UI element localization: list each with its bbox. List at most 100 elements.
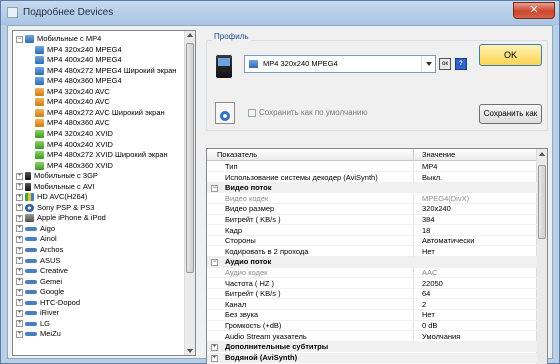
close-button[interactable]: ✕ — [513, 2, 555, 19]
expand-icon[interactable]: + — [16, 246, 23, 254]
scroll-up-icon[interactable] — [539, 152, 545, 156]
profile-settings-button[interactable]: ок — [439, 58, 451, 70]
property-value[interactable]: 0 dB — [422, 321, 437, 331]
property-value[interactable]: 384 — [422, 215, 435, 225]
grid-property-row[interactable]: Использование системы декодер (AviSynth)… — [207, 172, 537, 183]
grid-property-row[interactable]: Канал 2 — [207, 299, 537, 311]
property-value[interactable]: Нет — [422, 247, 435, 257]
tree-item-profile[interactable]: MP4 320x240 AVC — [35, 87, 110, 97]
grid-property-row[interactable]: Громкость (+dB) 0 dB — [207, 321, 537, 332]
expand-icon[interactable]: + — [16, 320, 23, 328]
property-value[interactable]: 22050 — [422, 279, 443, 289]
grid-property-row[interactable]: Битрейт ( KB/s ) 384 — [207, 215, 537, 226]
property-value[interactable]: Автоматически — [422, 236, 474, 246]
property-value[interactable]: Выкл. — [422, 173, 442, 183]
collapse-icon[interactable]: − — [211, 185, 218, 193]
expand-icon[interactable]: + — [16, 278, 23, 286]
grid-property-row[interactable]: Частота ( HZ ) 22050 — [207, 278, 537, 289]
tree-item-group[interactable]: + Apple iPhone & iPod — [16, 213, 106, 223]
grid-section-row[interactable]: + Водяной (AviSynth) — [207, 352, 537, 364]
tree-item-group[interactable]: + MeiZu — [16, 329, 61, 339]
tree-item-profile[interactable]: MP4 480x272 AVC Широкий экран — [35, 108, 165, 118]
property-value[interactable]: 18 — [422, 226, 430, 236]
grid-property-row[interactable]: Видео кодек MPEG4(DivX) — [207, 193, 537, 205]
expand-icon[interactable]: + — [211, 344, 218, 352]
grid-property-row[interactable]: Аудио кодек AAC — [207, 268, 537, 279]
grid-property-row[interactable]: Битрейт ( KB/s ) 64 — [207, 289, 537, 300]
chevron-down-icon[interactable] — [421, 56, 435, 72]
tree-item-group[interactable]: + ASUS — [16, 256, 60, 266]
tree-item-group[interactable]: + Creative — [16, 266, 68, 276]
expand-icon[interactable]: + — [16, 204, 23, 212]
tree-item-group[interactable]: + iRiver — [16, 308, 59, 318]
tree-item-profile[interactable]: MP4 400x240 AVC — [35, 97, 110, 107]
tree-item-group[interactable]: − Мобильные с MP4 — [16, 34, 101, 44]
tree-item-group[interactable]: + Archos — [16, 245, 63, 255]
collapse-icon[interactable]: − — [16, 35, 23, 43]
tree-item-group[interactable]: + HTC-Dopod — [16, 298, 80, 308]
grid-property-row[interactable]: Стороны Автоматически — [207, 236, 537, 247]
tree-item-group[interactable]: + Aigo — [16, 224, 55, 234]
grid-section-row[interactable]: − Аудио поток — [207, 257, 537, 268]
collapse-icon[interactable]: − — [211, 259, 218, 267]
column-header-value[interactable]: Значение — [422, 149, 455, 161]
expand-icon[interactable]: + — [16, 183, 23, 191]
grid-property-row[interactable]: Кодировать в 2 прохода Нет — [207, 246, 537, 258]
grid-section-row[interactable]: − Видео поток — [207, 183, 537, 194]
property-value[interactable]: 320x240 — [422, 204, 451, 214]
tree-scroll-thumb[interactable] — [186, 43, 194, 273]
checkbox-icon[interactable] — [248, 108, 256, 117]
tree-item-group[interactable]: + Gemei — [16, 277, 62, 287]
grid-property-row[interactable]: Тип MP4 — [207, 162, 537, 173]
grid-section-row[interactable]: + Дополнительные субтитры — [207, 342, 537, 353]
ok-button[interactable]: OK — [479, 44, 542, 66]
property-value[interactable]: 64 — [422, 289, 430, 299]
expand-icon[interactable]: + — [16, 299, 23, 307]
tree-item-profile[interactable]: MP4 320x240 MPEG4 — [35, 45, 122, 55]
profile-select[interactable]: MP4 320x240 MPEG4 — [244, 55, 436, 73]
grid-scrollbar[interactable] — [536, 149, 547, 364]
tree-item-group[interactable]: + LG — [16, 319, 50, 329]
property-value[interactable]: Нет — [422, 310, 435, 320]
grid-property-row[interactable]: Без звука Нет — [207, 310, 537, 321]
help-button[interactable]: ? — [455, 58, 467, 70]
expand-icon[interactable]: + — [16, 257, 23, 265]
tree-item-profile[interactable]: MP4 320x240 XVID — [35, 129, 113, 139]
expand-icon[interactable]: + — [16, 309, 23, 317]
tree-item-profile[interactable]: MP4 480x360 MPEG4 — [35, 76, 122, 86]
tree-item-profile[interactable]: MP4 480x272 XVID Широкий экран — [35, 150, 168, 160]
expand-icon[interactable]: + — [16, 330, 23, 338]
tree-item-group[interactable]: + Мобильные с 3GP — [16, 171, 98, 181]
expand-icon[interactable]: + — [16, 267, 23, 275]
tree-item-group[interactable]: + Sony PSP & PS3 — [16, 203, 94, 213]
tree-item-profile[interactable]: MP4 480x272 MPEG4 Широкий экран — [35, 66, 176, 76]
expand-icon[interactable]: + — [211, 354, 218, 362]
property-value[interactable]: MP4 — [422, 162, 437, 172]
tree-scrollbar[interactable] — [184, 31, 195, 355]
tree-item-group[interactable]: + Ainol — [16, 234, 57, 244]
column-header-key[interactable]: Показатель — [217, 149, 257, 161]
save-as-button[interactable]: Сохранить как — [479, 104, 542, 124]
title-bar[interactable]: Подробнее Devices ✕ — [1, 1, 559, 25]
tree-item-group[interactable]: + HD AVC(H264) — [16, 192, 87, 202]
expand-icon[interactable]: + — [16, 288, 23, 296]
grid-property-row[interactable]: Видео размер 320x240 — [207, 204, 537, 215]
scroll-down-icon[interactable] — [187, 349, 193, 353]
save-default-checkbox[interactable]: Сохранить как по умолчанию — [248, 108, 368, 117]
tree-item-profile[interactable]: MP4 400x240 XVID — [35, 140, 113, 150]
expand-icon[interactable]: + — [16, 225, 23, 233]
tree-item-group[interactable]: + Google — [16, 287, 64, 297]
scroll-up-icon[interactable] — [187, 33, 193, 37]
property-grid[interactable]: Показатель Значение Тип MP4 Использование … — [206, 148, 548, 364]
tree-item-profile[interactable]: MP4 480x360 XVID — [35, 161, 113, 171]
grid-property-row[interactable]: Кадр 18 — [207, 225, 537, 236]
tree-item-profile[interactable]: MP4 480x360 AVC — [35, 118, 110, 128]
device-tree[interactable]: − Мобильные с MP4 MP4 320x240 MPEG4 MP4 400… — [12, 30, 196, 356]
grid-property-row[interactable]: Audio Stream указатель Умолчания — [207, 331, 537, 342]
tree-item-profile[interactable]: MP4 400x240 MPEG4 — [35, 55, 122, 65]
expand-icon[interactable]: + — [16, 193, 23, 201]
expand-icon[interactable]: + — [16, 214, 23, 222]
expand-icon[interactable]: + — [16, 172, 23, 180]
tree-item-group[interactable]: + Мобильные с AVI — [16, 182, 94, 192]
grid-scroll-thumb[interactable] — [538, 165, 546, 239]
